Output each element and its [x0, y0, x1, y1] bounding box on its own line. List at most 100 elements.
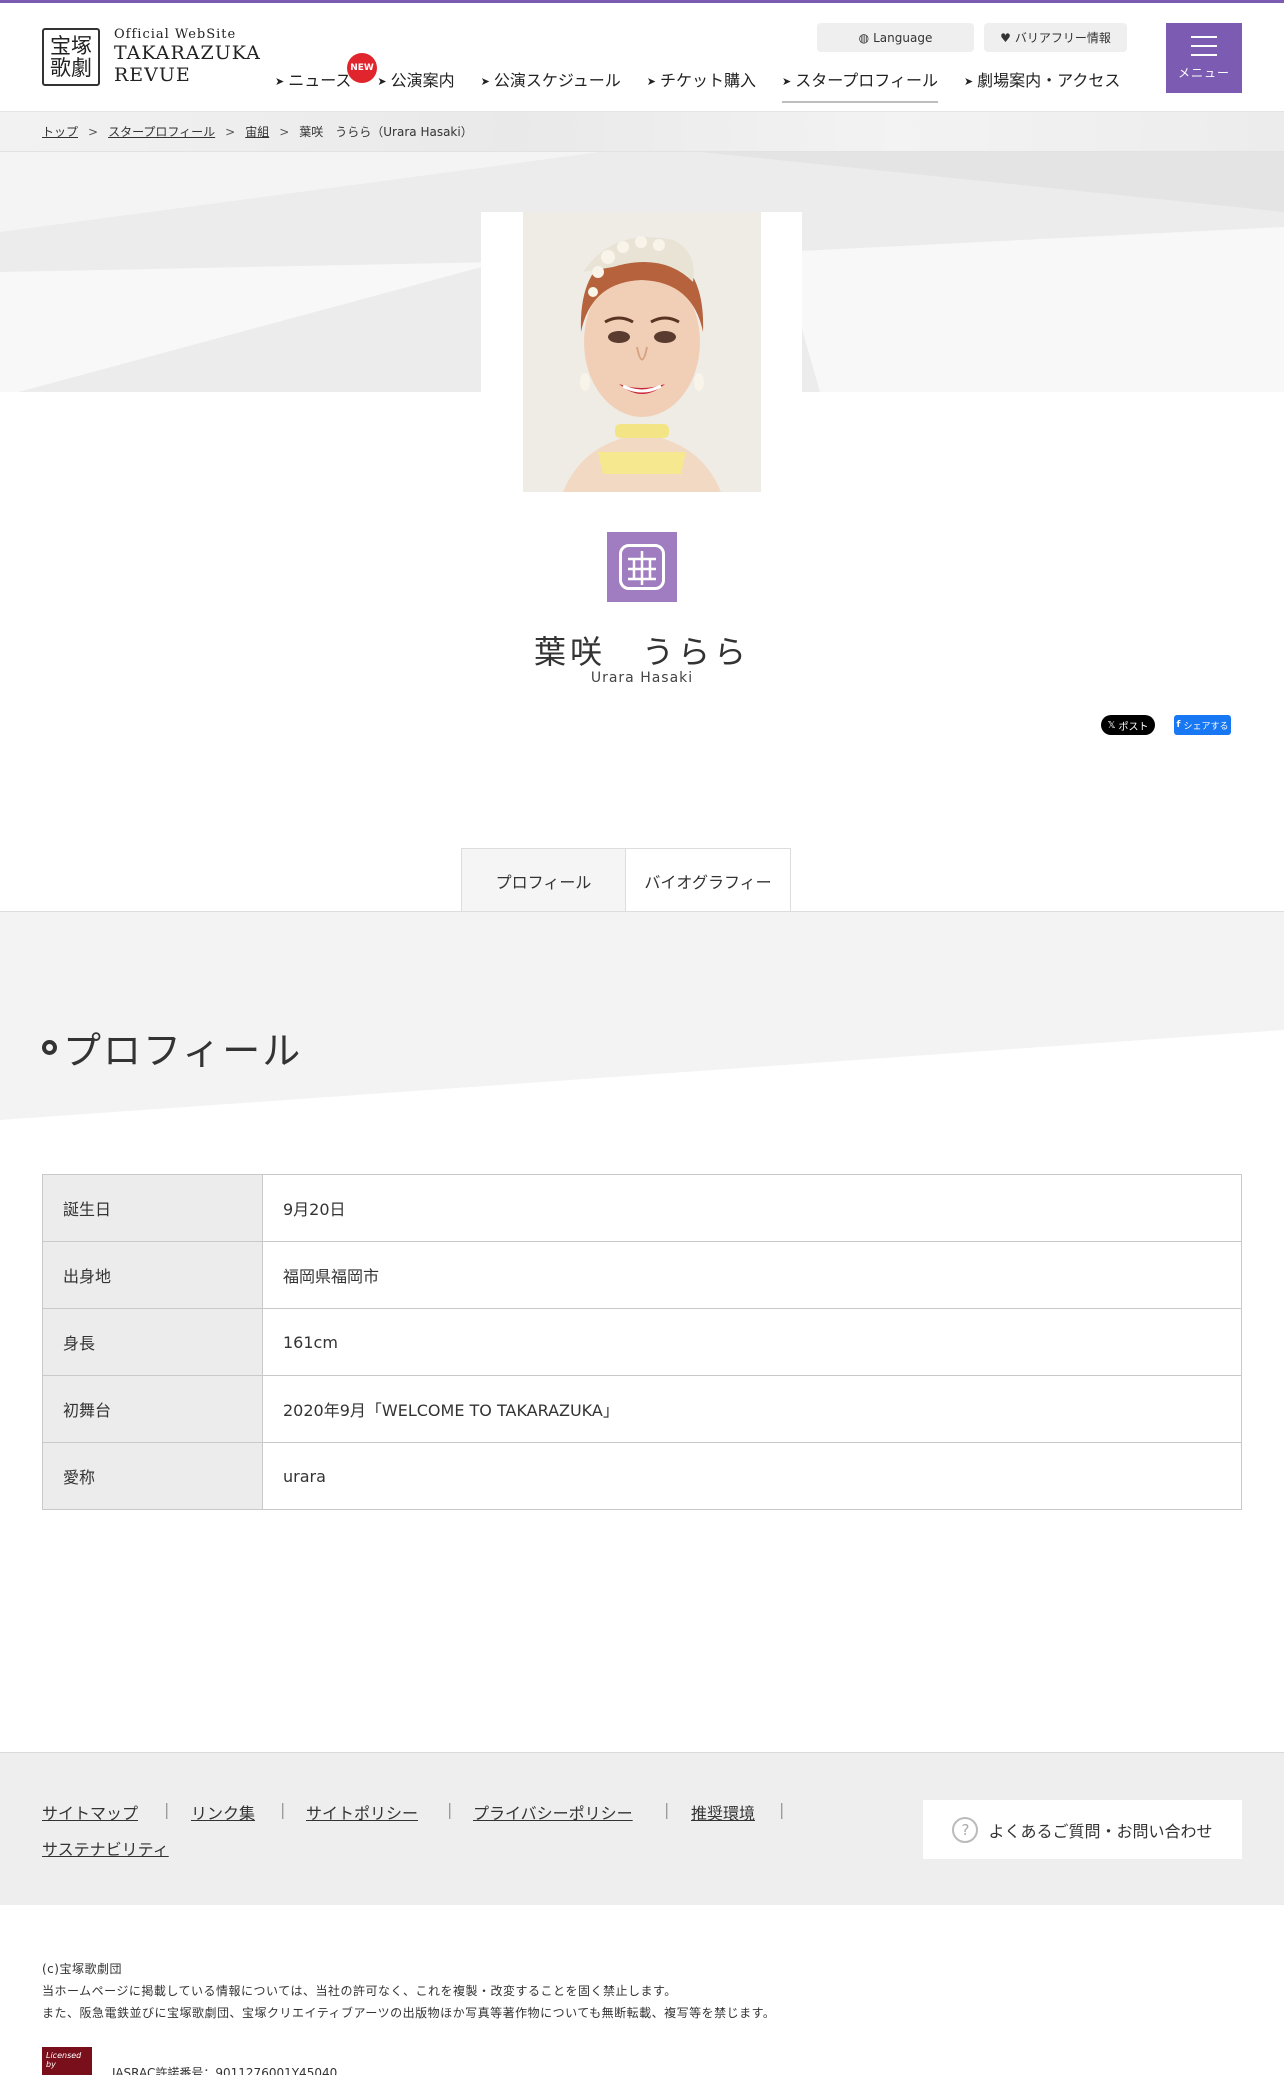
logo-takarazuka: TAKARAZUKA [114, 42, 261, 64]
tab-profile[interactable]: プロフィール [461, 848, 626, 912]
nav-label: スタープロフィール [795, 71, 938, 90]
portrait-frame [481, 212, 802, 492]
nav-label: ニュース [288, 71, 352, 90]
global-nav: ➤ ニュース NEW ➤ 公演案内 ➤ 公演スケジュール ➤ チケット購入 ➤ スタープロ… [275, 53, 1120, 103]
faq-label: よくあるご質問・お問い合わせ [988, 1821, 1213, 1841]
profile-key: 身長 [42, 1308, 263, 1376]
profile-value: 161cm [262, 1308, 1242, 1376]
nav-item-schedule[interactable]: ➤ 公演スケジュール [481, 67, 621, 103]
nav-item-tickets[interactable]: ➤ チケット購入 [647, 67, 756, 103]
nav-label: 劇場案内・アクセス [977, 71, 1121, 90]
barrier-free-label: バリアフリー情報 [1014, 31, 1111, 45]
profile-table: 誕生日 9月20日 出身地 福岡県福岡市 身長 161cm 初舞台 2020年9… [42, 1174, 1242, 1510]
table-row: 出身地 福岡県福岡市 [42, 1241, 1242, 1309]
breadcrumb-top[interactable]: トップ [42, 123, 78, 140]
menu-button[interactable]: メニュー [1166, 23, 1242, 93]
globe-icon: ◍ [858, 30, 870, 45]
jasrac-license-text: JASRAC許諾番号：9011276001Y45040 [112, 2066, 338, 2075]
table-row: 愛称 urara [42, 1442, 1242, 1510]
language-label: Language [873, 30, 933, 45]
nav-item-theater-access[interactable]: ➤ 劇場案内・アクセス [964, 67, 1120, 103]
profile-value: 福岡県福岡市 [262, 1241, 1242, 1309]
profile-tabs: プロフィール バイオグラフィー [461, 848, 791, 912]
footer-nav: サイトマップ | リンク集 | サイトポリシー | プライバシーポリシー | 推… [0, 1752, 1284, 1905]
breadcrumb-current: 葉咲 うらら（Urara Hasaki） [299, 125, 473, 139]
x-share-button[interactable]: 𝕏 ポスト [1101, 715, 1155, 735]
nav-label: 公演案内 [390, 71, 455, 90]
breadcrumb-troupe[interactable]: 宙組 [245, 123, 269, 140]
star-name-japanese: 葉咲 うらら [533, 633, 750, 671]
chevron-right-icon: ➤ [963, 75, 974, 88]
table-row: 身長 161cm [42, 1308, 1242, 1376]
footer-link-site-policy[interactable]: サイトポリシー [306, 1800, 418, 1824]
logo-revue: REVUE [114, 64, 191, 86]
logo-text: Official WebSite TAKARAZUKA REVUE [114, 27, 261, 86]
footer-link-privacy-policy[interactable]: プライバシーポリシー [473, 1800, 633, 1824]
tab-biography[interactable]: バイオグラフィー [626, 848, 791, 912]
footer-link-sustainability[interactable]: サステナビリティ [42, 1836, 169, 1860]
new-badge: NEW [347, 53, 377, 83]
profile-key: 愛称 [42, 1442, 263, 1510]
language-button[interactable]: ◍ Language [817, 23, 974, 52]
menu-label: メニュー [1177, 65, 1230, 80]
facebook-share-button[interactable]: f シェアする [1174, 715, 1231, 735]
profile-value: 2020年9月「WELCOME TO TAKARAZUKA」 [262, 1375, 1242, 1443]
logo-mark: 宝塚 歌劇 [42, 27, 100, 86]
table-row: 誕生日 9月20日 [42, 1174, 1242, 1242]
question-icon: ? [952, 1816, 979, 1843]
jasrac-logo: Licensed by [42, 2047, 92, 2075]
breadcrumb-separator: > [225, 124, 236, 139]
footer-link-recommended-env[interactable]: 推奨環境 [691, 1800, 755, 1824]
section-title: プロフィール [42, 1020, 302, 1075]
chevron-right-icon: ➤ [646, 75, 656, 88]
copyright-text: (c)宝塚歌劇団 [42, 1962, 122, 1976]
notice-text-1: 当ホームページに掲載している情報については、当社の許可なく、これを複製・改変する… [42, 1984, 677, 1998]
footer-separator: | [779, 1800, 785, 1819]
hamburger-icon [1191, 35, 1217, 56]
bullet-icon [42, 1040, 57, 1055]
profile-key: 初舞台 [42, 1375, 263, 1443]
footer-link-sitemap[interactable]: サイトマップ [42, 1800, 138, 1824]
copyright-block: (c)宝塚歌劇団 当ホームページに掲載している情報については、当社の許可なく、こ… [42, 1958, 775, 2024]
table-row: 初舞台 2020年9月「WELCOME TO TAKARAZUKA」 [42, 1375, 1242, 1443]
nav-label: チケット購入 [659, 71, 756, 90]
site-logo[interactable]: 宝塚 歌劇 Official WebSite TAKARAZUKA REVUE [42, 27, 261, 86]
profile-key: 誕生日 [42, 1174, 263, 1242]
nav-item-star-profile[interactable]: ➤ スタープロフィール [782, 67, 938, 103]
nav-item-performances[interactable]: ➤ 公演案内 [377, 67, 454, 103]
chevron-right-icon: ➤ [275, 75, 285, 88]
chevron-right-icon: ➤ [782, 75, 792, 88]
profile-value: 9月20日 [262, 1174, 1242, 1242]
star-portrait [523, 212, 761, 492]
breadcrumb-separator: > [88, 124, 99, 139]
nav-label: 公演スケジュール [493, 71, 621, 90]
notice-text-2: また、阪急電鉄並びに宝塚歌劇団、宝塚クリエイティブアーツの出版物ほか写真等著作物… [42, 2006, 776, 2020]
footer-separator: | [280, 1800, 286, 1819]
section-title-text: プロフィール [63, 1029, 303, 1073]
nav-item-news[interactable]: ➤ ニュース NEW [275, 53, 377, 103]
profile-value: urara [262, 1442, 1242, 1510]
breadcrumb-star-profile[interactable]: スタープロフィール [108, 123, 215, 140]
footer-link-links[interactable]: リンク集 [191, 1800, 255, 1824]
breadcrumb: トップ > スタープロフィール > 宙組 > 葉咲 うらら（Urara Hasa… [0, 112, 1284, 152]
logo-official-website: Official WebSite [114, 27, 237, 42]
faq-contact-button[interactable]: ? よくあるご質問・お問い合わせ [923, 1800, 1242, 1859]
chevron-right-icon: ➤ [377, 75, 387, 88]
barrier-free-button[interactable]: ♥ バリアフリー情報 [984, 23, 1127, 52]
chevron-right-icon: ➤ [480, 75, 490, 88]
footer-separator: | [447, 1800, 453, 1819]
heart-icon: ♥ [1000, 30, 1011, 45]
section-background [0, 912, 1284, 1122]
troupe-cosmos-icon [607, 532, 677, 602]
facebook-icon: f [1176, 720, 1181, 730]
x-icon: 𝕏 [1107, 719, 1116, 731]
portrait-illustration [523, 212, 761, 492]
facebook-share-label: シェアする [1183, 721, 1229, 732]
breadcrumb-separator: > [279, 124, 290, 139]
x-share-label: ポスト [1118, 721, 1149, 733]
footer-separator: | [664, 1800, 670, 1819]
profile-key: 出身地 [42, 1241, 263, 1309]
footer-separator: | [164, 1800, 170, 1819]
star-name-english: Urara Hasaki [590, 670, 694, 686]
site-header: 宝塚 歌劇 Official WebSite TAKARAZUKA REVUE … [0, 3, 1284, 112]
